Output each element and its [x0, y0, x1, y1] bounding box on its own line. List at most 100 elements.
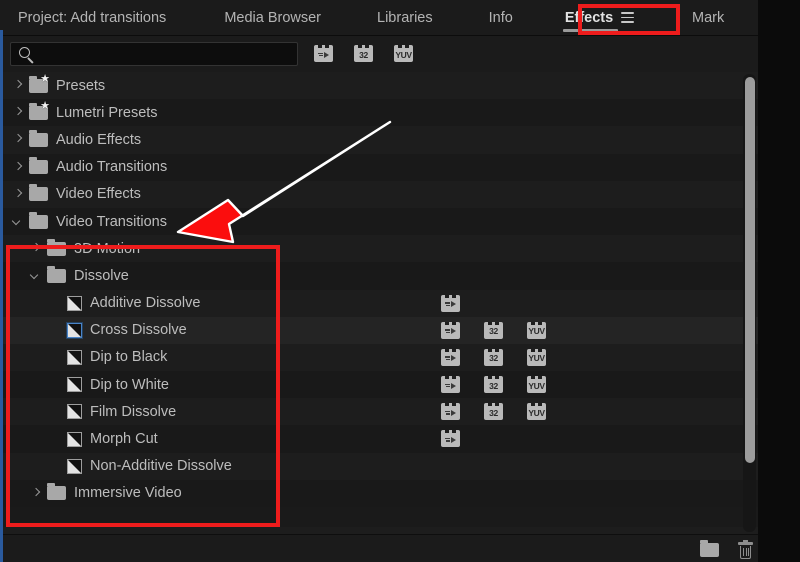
accelerated-effect-badge: [441, 321, 460, 339]
tree-row-label: Audio Effects: [56, 131, 142, 148]
tree-row[interactable]: Cross Dissolve 32 YUV: [3, 316, 758, 344]
panel-tab-bar: Project: Add transitions Media Browser L…: [0, 0, 800, 36]
tree-row-label: Video Transitions: [56, 213, 167, 230]
tree-row[interactable]: Video Transitions: [3, 207, 758, 236]
yuv-badge: YUV: [527, 403, 546, 421]
chevron-right-icon[interactable]: [11, 188, 24, 201]
panel-bottom-bar: [3, 534, 758, 562]
accelerated-effects-icon: [318, 51, 329, 58]
tree-row-label: Video Effects: [56, 186, 141, 203]
tree-row[interactable]: Additive Dissolve 32YUV: [3, 289, 758, 317]
tree-row[interactable]: Audio Effects: [3, 126, 758, 154]
effects-tree[interactable]: ★ Presets ★ Lumetri Presets Audio Effects Aud…: [3, 72, 758, 534]
tree-row[interactable]: Dip to Black 32 YUV: [3, 343, 758, 372]
accelerated-effect-badge: [441, 376, 460, 394]
tree-row-label: Dip to White: [90, 376, 169, 393]
row-badges: 32YUV: [441, 403, 570, 421]
row-badges: 32YUV: [441, 376, 570, 394]
32bit-color-filter[interactable]: 32: [354, 45, 373, 62]
tab-label: Info: [488, 9, 513, 26]
accelerated-effect-badge: [441, 430, 460, 448]
tree-row[interactable]: Audio Transitions: [3, 153, 758, 181]
accelerated-effects-filter[interactable]: [314, 45, 333, 62]
row-badges: 32YUV: [441, 321, 570, 339]
delete-icon[interactable]: [738, 540, 753, 559]
folder-icon: [29, 211, 48, 229]
new-custom-bin-icon[interactable]: [700, 540, 719, 557]
effects-panel-window: Project: Add transitions Media Browser L…: [0, 0, 800, 562]
tree-row[interactable]: Non-Additive Dissolve: [3, 452, 758, 480]
tree-row[interactable]: 3D Motion: [3, 235, 758, 263]
panel-focus-accent: [0, 30, 3, 562]
tree-row[interactable]: Immersive Video: [3, 479, 758, 507]
transition-icon: [67, 431, 82, 447]
accelerated-effect-badge: [441, 403, 460, 421]
tree-row-label: 3D Motion: [74, 240, 141, 257]
tree-row-label: Additive Dissolve: [90, 295, 201, 312]
tab-label: Mark: [692, 10, 725, 26]
vertical-scrollbar-thumb[interactable]: [744, 77, 755, 463]
tree-row-label: Dissolve: [74, 267, 129, 284]
tree-row-label: Lumetri Presets: [56, 104, 158, 121]
tab-libraries[interactable]: Libraries: [375, 0, 435, 36]
tree-row[interactable]: Dissolve: [3, 262, 758, 290]
tree-row-label: Film Dissolve: [90, 403, 177, 420]
tab-project[interactable]: Project: Add transitions: [16, 0, 168, 36]
tree-row[interactable]: Morph Cut 32YUV: [3, 425, 758, 453]
vertical-scrollbar-track[interactable]: [743, 74, 756, 532]
tab-media-browser[interactable]: Media Browser: [222, 0, 323, 36]
accelerated-effect-badge: [441, 348, 460, 366]
search-field-container[interactable]: [10, 42, 298, 66]
chevron-down-icon[interactable]: [11, 215, 24, 228]
transition-icon: [67, 404, 82, 420]
row-badges: 32YUV: [441, 348, 570, 366]
tree-row-label: Morph Cut: [90, 431, 158, 448]
tree-row[interactable]: Video Effects: [3, 180, 758, 208]
transition-icon: [67, 322, 82, 338]
chevron-down-icon[interactable]: [29, 269, 42, 282]
tree-row[interactable]: ★ Presets: [3, 72, 758, 100]
folder-icon: [29, 157, 48, 175]
32bit-color-badge: 32: [484, 321, 503, 339]
tree-row-label: Audio Transitions: [56, 159, 168, 176]
transition-icon: [67, 458, 82, 474]
chevron-right-icon[interactable]: [11, 106, 24, 119]
window-right-edge: [758, 0, 800, 562]
tree-row[interactable]: Dip to White 32 YUV: [3, 371, 758, 399]
search-input[interactable]: [37, 43, 292, 65]
search-toolbar: 32 YUV: [0, 36, 800, 72]
folder-star-icon: ★: [29, 73, 50, 93]
tree-row-label: Immersive Video: [74, 485, 182, 502]
chevron-right-icon[interactable]: [11, 79, 24, 92]
filter-label: YUV: [395, 49, 412, 60]
active-tab-underline: [562, 28, 619, 32]
folder-star-icon: ★: [29, 100, 50, 120]
folder-icon: [47, 265, 66, 283]
tree-row-label: Cross Dissolve: [90, 322, 187, 339]
tree-row-label: Dip to Black: [90, 349, 168, 366]
chevron-right-icon[interactable]: [11, 161, 24, 174]
tab-effects[interactable]: Effects: [562, 0, 636, 36]
folder-icon: [29, 129, 48, 147]
tab-markers-clipped[interactable]: Mark: [690, 0, 736, 36]
yuv-effects-filter[interactable]: YUV: [394, 45, 413, 62]
chevron-right-icon[interactable]: [29, 242, 42, 255]
tree-row[interactable]: Film Dissolve 32 YUV: [3, 398, 758, 426]
chevron-right-icon[interactable]: [11, 133, 24, 146]
chevron-right-icon[interactable]: [29, 487, 42, 500]
accelerated-effect-badge: [441, 294, 460, 312]
tab-label: Libraries: [377, 9, 433, 26]
row-badges: 32YUV: [441, 430, 570, 448]
folder-icon: [47, 238, 66, 256]
tree-row-label: Presets: [56, 77, 106, 94]
tree-row[interactable]: ★ Lumetri Presets: [3, 99, 758, 127]
transition-icon: [67, 377, 82, 393]
tab-info[interactable]: Info: [487, 0, 515, 36]
hamburger-menu-icon[interactable]: [621, 12, 635, 23]
